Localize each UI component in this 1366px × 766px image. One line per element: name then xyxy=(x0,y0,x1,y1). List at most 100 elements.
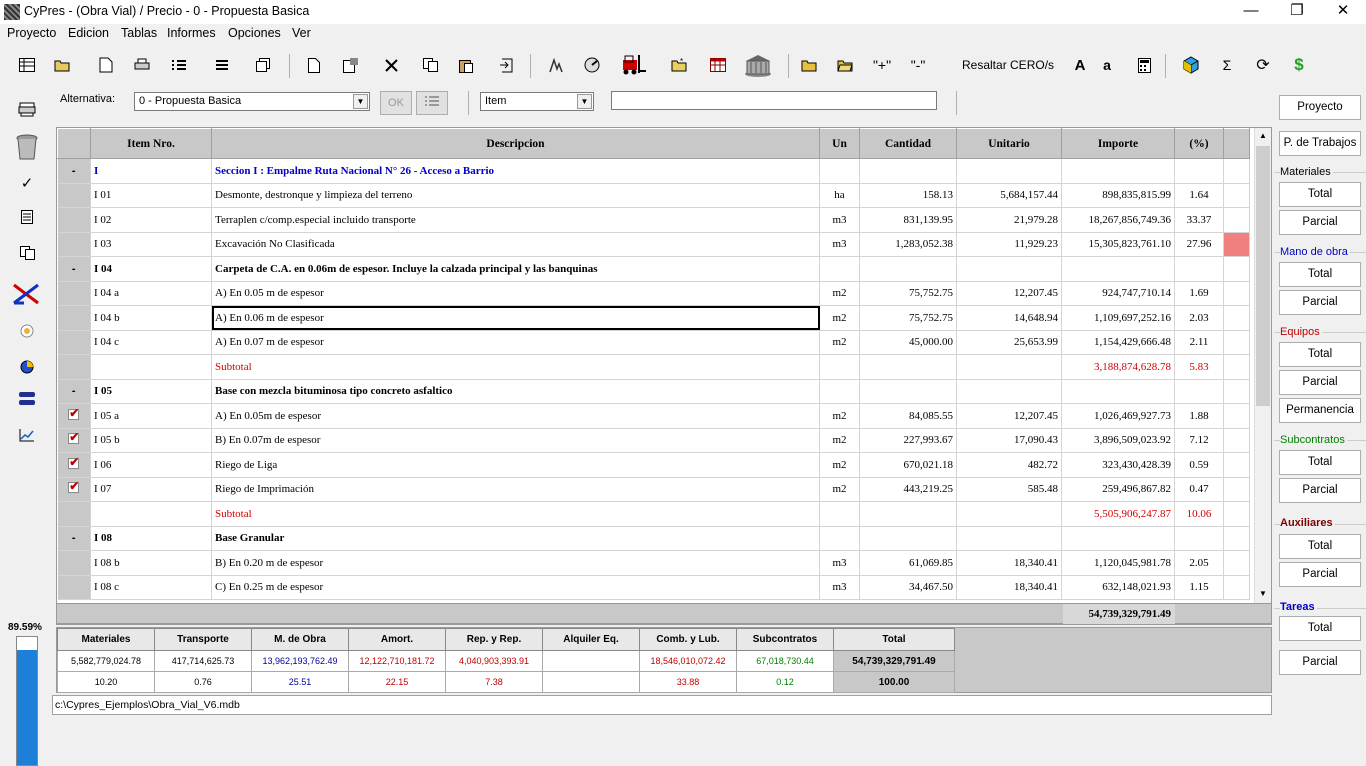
col-header-importe[interactable]: Importe xyxy=(1061,128,1175,159)
item-importe[interactable]: 1,120,045,981.78 xyxy=(1061,550,1175,576)
folder-icon[interactable] xyxy=(798,54,820,76)
row-header[interactable]: - xyxy=(57,158,91,184)
row-extra[interactable] xyxy=(1223,256,1250,282)
item-unitario[interactable] xyxy=(956,379,1062,404)
row-extra[interactable] xyxy=(1223,452,1250,478)
item-importe[interactable]: 3,188,874,628.78 xyxy=(1061,354,1175,380)
row-header[interactable]: - xyxy=(57,379,91,404)
item-code[interactable]: I 08 b xyxy=(90,550,212,576)
item-unitario[interactable] xyxy=(956,354,1062,380)
row-header[interactable] xyxy=(57,477,91,502)
subcontratos-parcial-button[interactable]: Parcial xyxy=(1279,478,1361,503)
item-code[interactable]: I 05 a xyxy=(90,403,212,429)
item-percent[interactable]: 2.11 xyxy=(1174,330,1224,355)
item-description[interactable]: Subtotal xyxy=(211,354,820,380)
folder-open-icon[interactable] xyxy=(834,54,856,76)
scroll-thumb[interactable] xyxy=(1256,146,1270,406)
item-importe[interactable]: 632,148,021.93 xyxy=(1061,575,1175,600)
item-description[interactable]: A) En 0.07 m de espesor xyxy=(211,330,820,355)
auxiliares-parcial-button[interactable]: Parcial xyxy=(1279,562,1361,587)
cross-arrows-icon[interactable] xyxy=(12,282,40,306)
row-checkbox[interactable] xyxy=(68,430,79,445)
row-extra[interactable] xyxy=(1223,354,1250,380)
auxiliares-total-button[interactable]: Total xyxy=(1279,534,1361,559)
row-extra[interactable] xyxy=(1223,330,1250,355)
item-importe[interactable]: 898,835,815.99 xyxy=(1061,183,1175,208)
resaltar-ceros-button[interactable]: Resaltar CERO/s xyxy=(962,58,1054,72)
item-unit[interactable]: m3 xyxy=(819,575,860,600)
item-unitario[interactable]: 11,929.23 xyxy=(956,232,1062,257)
item-code[interactable]: I 03 xyxy=(90,232,212,257)
chevron-down-icon[interactable]: ▼ xyxy=(353,94,368,109)
item-description[interactable]: B) En 0.07m de espesor xyxy=(211,428,820,453)
field-select[interactable]: Item ▼ xyxy=(480,92,594,111)
item-unitario[interactable] xyxy=(956,501,1062,527)
subcontratos-total-button[interactable]: Total xyxy=(1279,450,1361,475)
sigma-icon[interactable]: Σ xyxy=(1216,54,1238,76)
ok-button[interactable]: OK xyxy=(380,91,412,115)
table-row[interactable]: I 06Riego de Ligam2670,021.18482.72323,4… xyxy=(57,452,1250,478)
table-row[interactable]: I 04 c A) En 0.07 m de espesor m2 45,000.00… xyxy=(57,330,1250,355)
line-chart-icon[interactable] xyxy=(16,424,38,446)
item-percent[interactable]: 1.15 xyxy=(1174,575,1224,600)
calc-icon[interactable] xyxy=(545,54,567,76)
refresh-icon[interactable]: ⟳ xyxy=(1252,54,1274,76)
item-description[interactable]: Riego de Imprimación xyxy=(211,477,820,502)
new-doc-icon[interactable] xyxy=(95,54,117,76)
item-percent[interactable] xyxy=(1174,256,1224,282)
item-importe[interactable]: 5,505,906,247.87 xyxy=(1061,501,1175,527)
row-header[interactable] xyxy=(57,575,91,600)
item-unit[interactable]: ha xyxy=(819,183,860,208)
blank-page-icon[interactable] xyxy=(303,54,325,76)
item-percent[interactable] xyxy=(1174,158,1224,184)
item-description[interactable]: C) En 0.25 m de espesor xyxy=(211,575,820,600)
materiales-parcial-button[interactable]: Parcial xyxy=(1279,210,1361,235)
expand-icon[interactable]: "+" xyxy=(870,54,894,76)
font-large-icon[interactable]: A xyxy=(1069,54,1091,76)
equipos-parcial-button[interactable]: Parcial xyxy=(1279,370,1361,395)
pie-icon[interactable] xyxy=(16,356,38,378)
row-extra[interactable] xyxy=(1223,575,1250,600)
trash-icon[interactable] xyxy=(16,132,38,162)
item-unit[interactable] xyxy=(819,354,860,380)
table-row[interactable]: I 04 a A) En 0.05 m de espesor m2 75,752.75… xyxy=(57,281,1250,306)
col-header-item[interactable]: Item Nro. xyxy=(90,128,212,159)
check-icon[interactable]: ✓ xyxy=(16,172,38,194)
new-folder-icon[interactable]: * xyxy=(668,54,690,76)
item-unitario[interactable]: 25,653.99 xyxy=(956,330,1062,355)
item-percent[interactable]: 1.64 xyxy=(1174,183,1224,208)
row-extra[interactable] xyxy=(1223,207,1250,233)
printer-stack-icon[interactable] xyxy=(16,98,38,120)
row-header[interactable] xyxy=(57,305,91,331)
table-row[interactable]: I 08 b B) En 0.20 m de espesor m3 61,069.85… xyxy=(57,550,1250,576)
section-row[interactable]: - I Seccion I : Empalme Ruta Nacional N° 2… xyxy=(57,158,1250,184)
row-extra[interactable] xyxy=(1223,232,1250,257)
row-header[interactable] xyxy=(57,183,91,208)
item-cantidad[interactable]: 75,752.75 xyxy=(859,305,957,331)
item-code[interactable]: I 04 a xyxy=(90,281,212,306)
item-cantidad[interactable] xyxy=(859,158,957,184)
item-percent[interactable]: 5.83 xyxy=(1174,354,1224,380)
item-code[interactable]: I 04 xyxy=(90,256,212,282)
table-row[interactable]: I 02 Terraplen c/comp.especial incluido t… xyxy=(57,207,1250,233)
item-percent[interactable]: 2.03 xyxy=(1174,305,1224,331)
document-icon[interactable] xyxy=(16,206,38,228)
item-unit[interactable]: m2 xyxy=(819,428,860,453)
p-trabajos-button[interactable]: P. de Trabajos xyxy=(1279,131,1361,156)
mano-obra-total-button[interactable]: Total xyxy=(1279,262,1361,287)
delete-icon[interactable] xyxy=(380,54,402,76)
menu-opciones[interactable]: Opciones xyxy=(228,26,281,40)
mano-obra-parcial-button[interactable]: Parcial xyxy=(1279,290,1361,315)
subtotal-row[interactable]: Subtotal 3,188,874,628.78 5.83 xyxy=(57,354,1250,380)
open-folder-icon[interactable] xyxy=(51,54,73,76)
copy-pages-icon[interactable] xyxy=(16,242,38,264)
row-header[interactable] xyxy=(57,403,91,429)
menu-ver[interactable]: Ver xyxy=(292,26,311,40)
item-cantidad[interactable]: 45,000.00 xyxy=(859,330,957,355)
item-unit[interactable]: m2 xyxy=(819,330,860,355)
item-code[interactable]: I 05 b xyxy=(90,428,212,453)
group-row[interactable]: -I 05 Base con mezcla bituminosa tipo con… xyxy=(57,379,1250,404)
scroll-up-icon[interactable]: ▲ xyxy=(1255,128,1271,144)
item-importe[interactable]: 259,496,867.82 xyxy=(1061,477,1175,502)
item-importe[interactable]: 18,267,856,749.36 xyxy=(1061,207,1175,233)
